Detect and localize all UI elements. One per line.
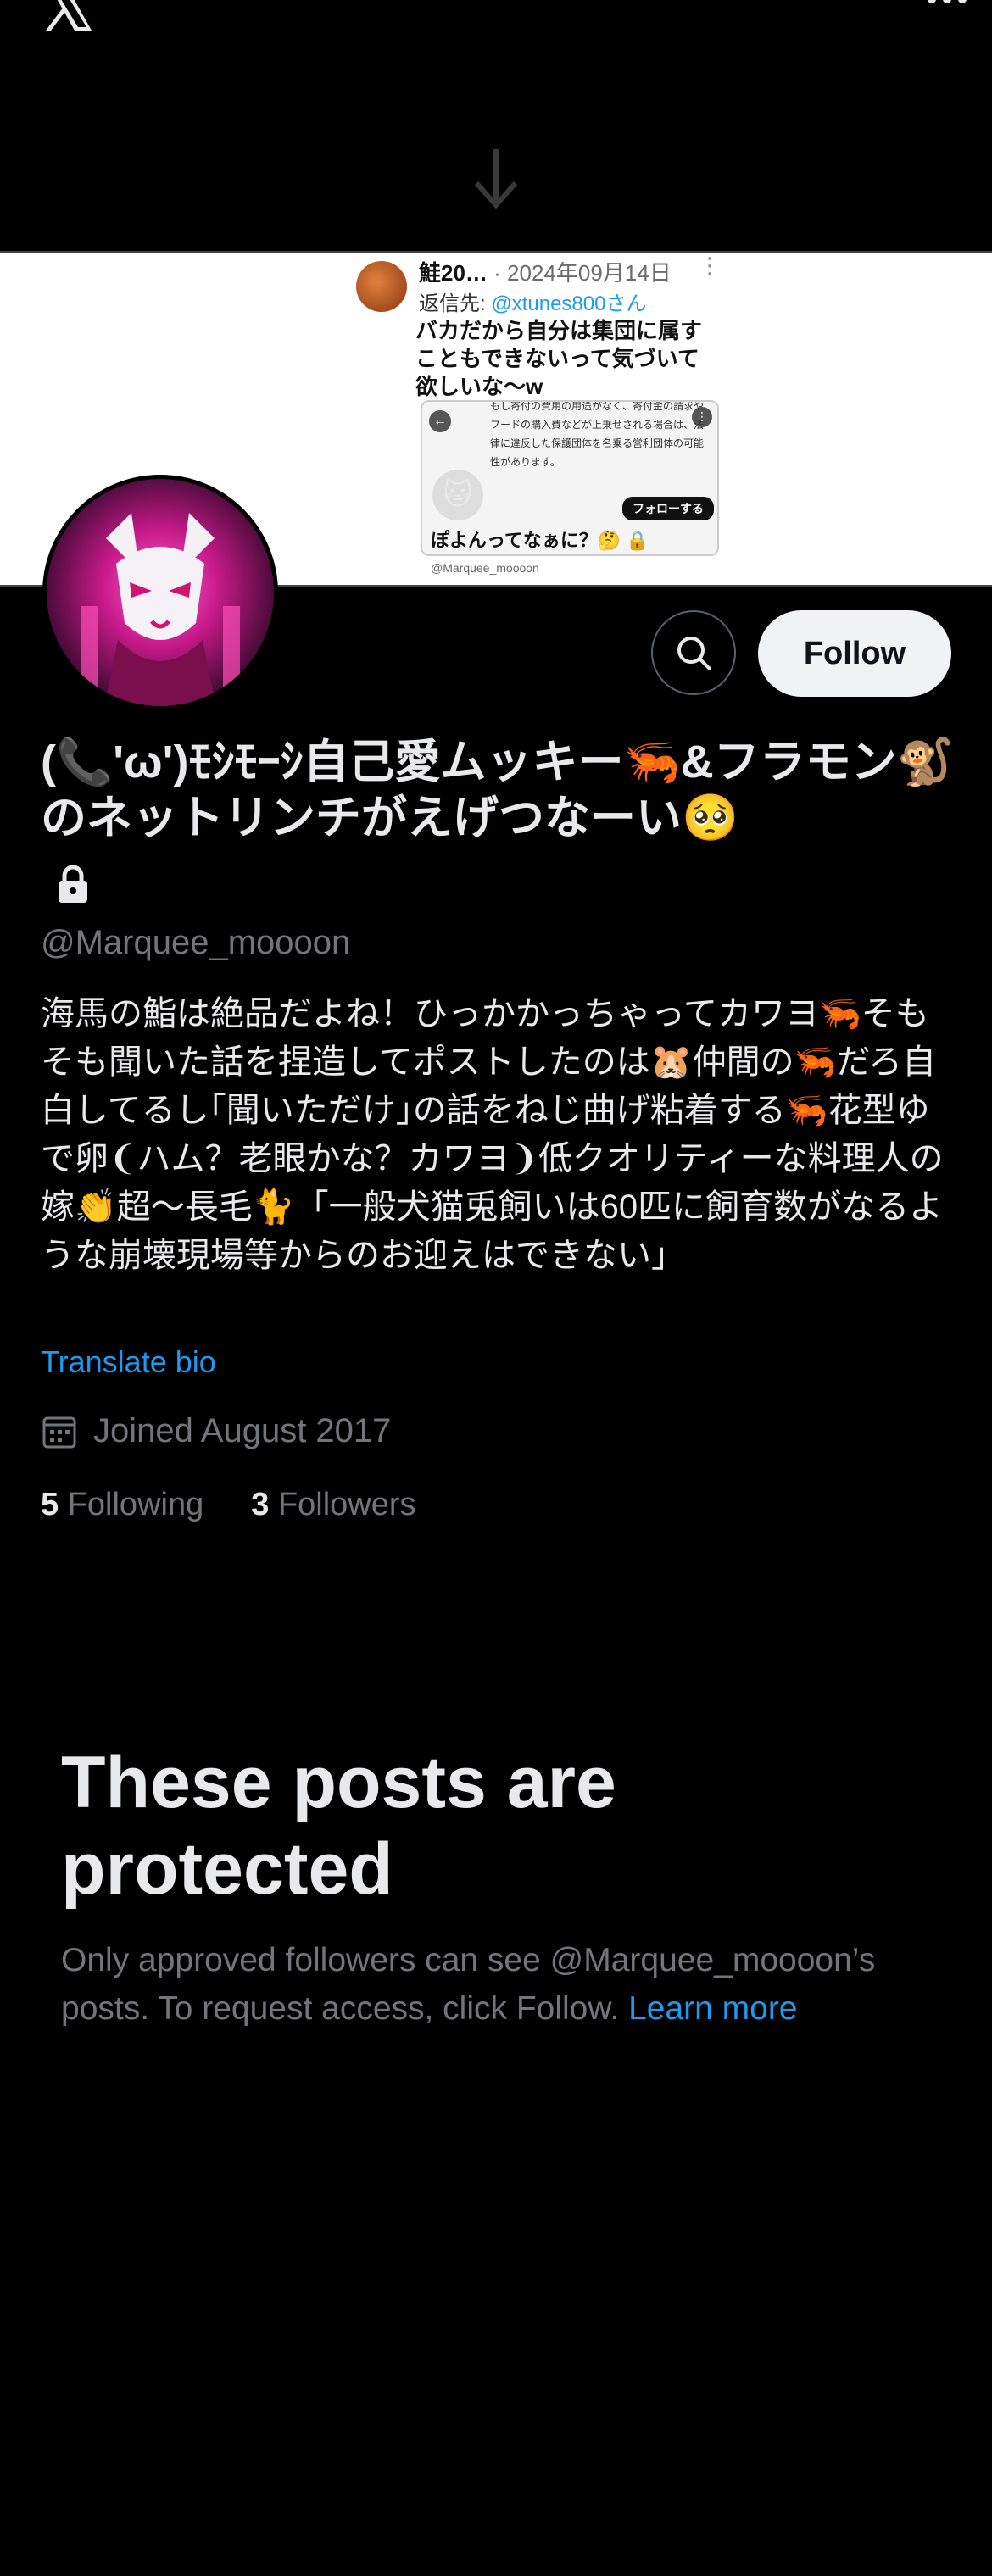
translate-bio-link[interactable]: Translate bio <box>41 1344 216 1380</box>
quote-follow-button: フォローする <box>622 497 714 520</box>
quoted-screenshot: ← ⋮ もし寄付の費用の用途がなく、寄付金の請求やフードの購入費などが上乗せされ… <box>421 400 719 556</box>
tweet-header: 鮭20… · 2024年09月14日 <box>419 260 672 286</box>
quote-question: ぽよんってなぁに？🤔 🔒 <box>431 530 649 551</box>
followers-link[interactable]: 3 Followers <box>251 1487 415 1523</box>
kitsune-mask-icon <box>81 513 240 706</box>
search-icon <box>677 637 711 670</box>
quote-text: もし寄付の費用の用途がなく、寄付金の請求やフードの購入費などが上乗せされる場合は… <box>490 400 705 468</box>
banner-footer-handle: @Marquee_moooon <box>431 561 539 575</box>
profile-handle: @Marquee_moooon <box>41 924 351 961</box>
joined-text: Joined August 2017 <box>93 1412 392 1449</box>
search-button[interactable] <box>651 610 736 695</box>
learn-more-link[interactable]: Learn more <box>628 1990 797 2027</box>
joined-date: Joined August 2017 <box>41 1412 391 1450</box>
pull-to-refresh-arrow-icon <box>474 149 518 209</box>
cat-avatar-icon: 🐱 <box>432 470 483 520</box>
follow-button[interactable]: Follow <box>758 610 951 697</box>
x-logo-icon[interactable] <box>41 0 95 31</box>
lock-icon <box>59 865 87 903</box>
follow-counts: 5 Following 3 Followers <box>41 1487 416 1523</box>
tweet-more-icon: ⋮ <box>699 253 721 278</box>
tweet-reply-to: 返信先: @xtunes800さん <box>419 292 647 315</box>
more-options-icon[interactable] <box>928 0 967 3</box>
tweet-text: バカだから自分は集団に属すこともできないって気づいて欲しいな〜w <box>415 318 703 399</box>
protected-posts-title: These posts are protected <box>61 1742 616 1910</box>
tweet-avatar <box>356 261 407 312</box>
calendar-icon <box>42 1416 76 1448</box>
back-arrow-icon: ← <box>429 410 451 432</box>
top-bar <box>0 0 992 34</box>
profile-avatar[interactable] <box>42 475 278 710</box>
display-name: (📞'ω')ﾓｼﾓｰｼ自己愛ムッキー🦐&フラモン🐒のネットリンチがえげつなーい🥺 <box>41 737 954 843</box>
following-link[interactable]: 5 Following <box>41 1487 203 1523</box>
protected-posts-description: Only approved followers can see @Marquee… <box>61 1942 876 2027</box>
profile-bio: 海馬の鮨は絶品だよね！ひっかかっちゃってカワヨ🦐そもそも聞いた話を捏造してポスト… <box>41 995 944 1274</box>
